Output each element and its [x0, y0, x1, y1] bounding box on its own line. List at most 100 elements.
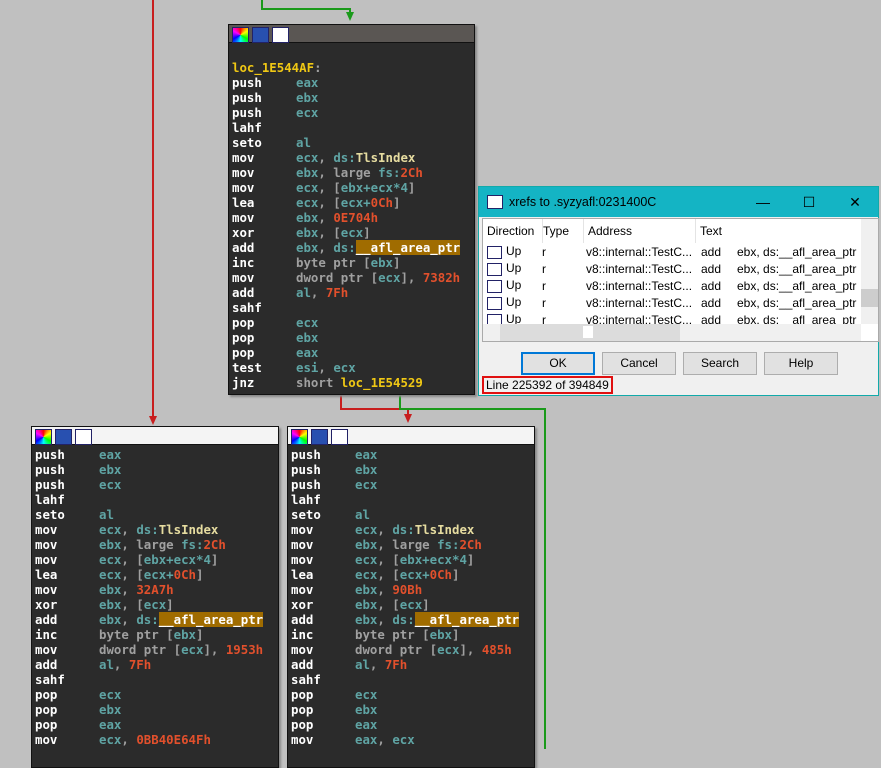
code-line[interactable]: pop eax	[232, 345, 471, 360]
horizontal-scrollbar[interactable]	[483, 324, 861, 341]
xref-row[interactable]: Up r v8::internal::TestC... add ebx, ds:__af…	[483, 260, 878, 277]
code-line[interactable]: mov ecx, ds:TlsIndex	[291, 522, 531, 537]
code-line[interactable]: sahf	[232, 300, 471, 315]
search-button[interactable]: Search	[683, 352, 757, 375]
code-line[interactable]: push ecx	[291, 477, 531, 492]
xref-icon[interactable]	[75, 429, 92, 445]
code-line[interactable]: push ebx	[232, 90, 471, 105]
code-line[interactable]: lea ecx, [ecx+0Ch]	[291, 567, 531, 582]
code-line[interactable]: push eax	[232, 75, 471, 90]
help-button[interactable]: Help	[764, 352, 838, 375]
block-right[interactable]: push eax push ebx push ecx lahf seto al mov ecx, d…	[287, 426, 535, 768]
code-line[interactable]	[232, 45, 471, 60]
edit-icon[interactable]	[55, 429, 72, 445]
code-line[interactable]: lea ecx, [ecx+0Ch]	[232, 195, 471, 210]
code-line[interactable]: lahf	[35, 492, 275, 507]
code-line[interactable]: pop ebx	[291, 702, 531, 717]
column-type[interactable]: Type	[543, 219, 584, 243]
code-line[interactable]: mov dword ptr [ecx], 1953h	[35, 642, 275, 657]
code-line[interactable]: add ebx, ds:__afl_area_ptr	[232, 240, 471, 255]
palette-icon[interactable]	[291, 429, 308, 445]
code-line[interactable]: pop ecx	[232, 315, 471, 330]
code-line[interactable]: seto al	[291, 507, 531, 522]
code-line[interactable]: push ebx	[291, 462, 531, 477]
code-line[interactable]: lahf	[291, 492, 531, 507]
code-line[interactable]: lea ecx, [ecx+0Ch]	[35, 567, 275, 582]
code-line[interactable]: push ebx	[35, 462, 275, 477]
code-line[interactable]: add ebx, ds:__afl_area_ptr	[291, 612, 531, 627]
code-line[interactable]: mov ecx, 0BB40E64Fh	[35, 732, 275, 747]
code-line[interactable]: seto al	[35, 507, 275, 522]
operand[interactable]: __afl_area_ptr	[158, 612, 264, 627]
code-line[interactable]: add al, 7Fh	[232, 285, 471, 300]
code-line[interactable]: mov ebx, large fs:2Ch	[291, 537, 531, 552]
label[interactable]: loc_1E54529	[341, 375, 423, 390]
code-line[interactable]: inc byte ptr [ebx]	[232, 255, 471, 270]
operand[interactable]: __afl_area_ptr	[414, 612, 520, 627]
maximize-button[interactable]: ☐	[786, 194, 832, 211]
code-line[interactable]: add ebx, ds:__afl_area_ptr	[35, 612, 275, 627]
code-line[interactable]: mov dword ptr [ecx], 7382h	[232, 270, 471, 285]
ok-button[interactable]: OK	[521, 352, 595, 375]
code-line[interactable]: mov ecx, ds:TlsIndex	[232, 150, 471, 165]
code-line[interactable]: test esi, ecx	[232, 360, 471, 375]
edit-icon[interactable]	[252, 27, 269, 43]
block-loc-1E544AF[interactable]: loc_1E544AF: push eax push ebx push ecx lahf set…	[228, 24, 475, 395]
close-button[interactable]: ✕	[832, 194, 878, 211]
code-line[interactable]: mov ebx, 32A7h	[35, 582, 275, 597]
code-line[interactable]: loc_1E544AF:	[232, 60, 471, 75]
xref-icon[interactable]	[331, 429, 348, 445]
code-line[interactable]: mov ecx, [ebx+ecx*4]	[291, 552, 531, 567]
code-line[interactable]: mov ecx, [ebx+ecx*4]	[35, 552, 275, 567]
column-address[interactable]: Address	[584, 219, 696, 243]
column-text[interactable]: Text	[696, 219, 878, 243]
code-line[interactable]: pop eax	[291, 717, 531, 732]
code-line[interactable]: add al, 7Fh	[291, 657, 531, 672]
palette-icon[interactable]	[35, 429, 52, 445]
code-line[interactable]: mov ecx, ds:TlsIndex	[35, 522, 275, 537]
code-line[interactable]: mov dword ptr [ecx], 485h	[291, 642, 531, 657]
code-line[interactable]: push ecx	[35, 477, 275, 492]
xref-row[interactable]: Up r v8::internal::TestC... add ebx, ds:__af…	[483, 277, 878, 294]
code-line[interactable]: mov ebx, 90Bh	[291, 582, 531, 597]
code-line[interactable]: push eax	[291, 447, 531, 462]
code-line[interactable]: push eax	[35, 447, 275, 462]
code-line[interactable]: mov eax, ecx	[291, 732, 531, 747]
code-line[interactable]: push ecx	[232, 105, 471, 120]
xref-icon[interactable]	[272, 27, 289, 43]
block-left[interactable]: push eax push ebx push ecx lahf seto al mov ecx, d…	[31, 426, 279, 768]
palette-icon[interactable]	[232, 27, 249, 43]
code-line[interactable]: pop ebx	[35, 702, 275, 717]
operand: , large	[377, 537, 438, 552]
edit-icon[interactable]	[311, 429, 328, 445]
code-line[interactable]: sahf	[35, 672, 275, 687]
column-direction[interactable]: Direction	[483, 219, 543, 243]
code-line[interactable]: xor ebx, [ecx]	[291, 597, 531, 612]
cancel-button[interactable]: Cancel	[602, 352, 676, 375]
code-line[interactable]: mov ebx, large fs:2Ch	[232, 165, 471, 180]
vertical-scrollbar[interactable]	[861, 219, 878, 324]
code-line[interactable]: pop eax	[35, 717, 275, 732]
label[interactable]: loc_1E544AF	[232, 60, 314, 75]
code-line[interactable]: xor ebx, [ecx]	[35, 597, 275, 612]
minimize-button[interactable]: —	[740, 194, 786, 210]
code-line[interactable]: pop ecx	[35, 687, 275, 702]
code-line[interactable]: inc byte ptr [ebx]	[291, 627, 531, 642]
code-line[interactable]: mov ebx, large fs:2Ch	[35, 537, 275, 552]
code-line[interactable]: jnz short loc_1E54529	[232, 375, 471, 390]
xref-row[interactable]: Up r v8::internal::TestC... add ebx, ds:__af…	[483, 243, 878, 260]
code-line[interactable]: add al, 7Fh	[35, 657, 275, 672]
code-line[interactable]: inc byte ptr [ebx]	[35, 627, 275, 642]
xref-row[interactable]: Up r v8::internal::TestC... add ebx, ds:__af…	[483, 294, 878, 311]
code-line[interactable]: pop ecx	[291, 687, 531, 702]
code-line[interactable]: seto al	[232, 135, 471, 150]
code-line[interactable]: lahf	[232, 120, 471, 135]
code-line[interactable]: xor ebx, [ecx]	[232, 225, 471, 240]
xref-list[interactable]: Direction Type Address Text Up r v8::inter…	[482, 218, 879, 342]
code-line[interactable]: pop ebx	[232, 330, 471, 345]
operand[interactable]: __afl_area_ptr	[355, 240, 461, 255]
code-line[interactable]: sahf	[291, 672, 531, 687]
code-line[interactable]: mov ebx, 0E704h	[232, 210, 471, 225]
code-line[interactable]: mov ecx, [ebx+ecx*4]	[232, 180, 471, 195]
operand: fs:	[378, 165, 401, 180]
